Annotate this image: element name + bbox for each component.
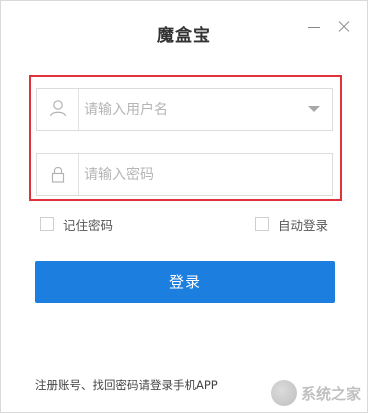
watermark: 系统之家 bbox=[270, 380, 361, 406]
lock-icon bbox=[37, 154, 79, 195]
password-field[interactable] bbox=[36, 153, 333, 196]
login-button[interactable]: 登录 bbox=[35, 261, 335, 303]
auto-login-option[interactable]: 自动登录 bbox=[255, 215, 328, 233]
chevron-down-icon[interactable] bbox=[308, 106, 320, 112]
username-field[interactable] bbox=[36, 88, 333, 131]
password-input[interactable] bbox=[80, 154, 294, 195]
auto-login-checkbox[interactable] bbox=[255, 217, 269, 231]
user-icon bbox=[37, 89, 79, 130]
auto-login-label: 自动登录 bbox=[278, 217, 329, 233]
username-input[interactable] bbox=[80, 89, 294, 130]
remember-password-checkbox[interactable] bbox=[40, 217, 54, 231]
watermark-logo-icon bbox=[270, 380, 297, 406]
watermark-text: 系统之家 bbox=[300, 384, 361, 403]
footer-hint: 注册账号、找回密码请登录手机APP bbox=[35, 378, 218, 392]
login-window: 魔盒宝 记住密码 自动登录 登录 注册账号、找回密码请登录手机APP bbox=[0, 0, 368, 413]
remember-password-option[interactable]: 记住密码 bbox=[40, 215, 113, 233]
close-icon[interactable] bbox=[335, 18, 353, 36]
remember-password-label: 记住密码 bbox=[63, 217, 114, 233]
minimize-icon[interactable] bbox=[305, 18, 323, 36]
